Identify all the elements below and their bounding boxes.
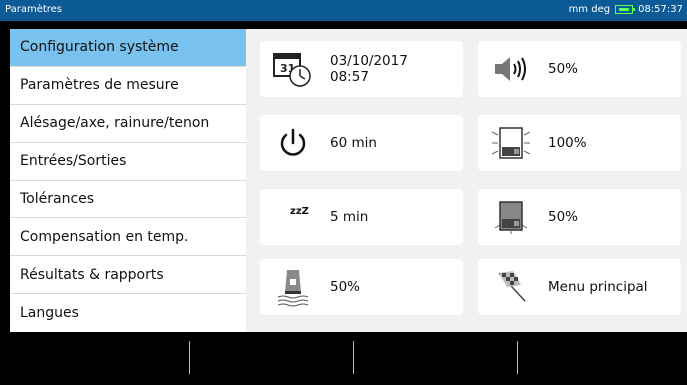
softkey-divider <box>517 341 518 374</box>
sidebar-item-label: Résultats & rapports <box>20 266 164 283</box>
sidebar-item-label: Alésage/axe, rainure/tenon <box>20 115 210 132</box>
laser-intensity-value: 50% <box>330 279 361 295</box>
sidebar-item-parametres-de-mesure[interactable]: Paramètres de mesure <box>10 67 246 105</box>
sidebar-item-label: Langues <box>20 305 79 322</box>
sidebar-item-configuration-systeme[interactable]: Configuration système <box>10 29 246 67</box>
volume-value: 50% <box>548 61 579 77</box>
sidebar-item-compensation[interactable]: Compensation en temp. <box>10 218 246 257</box>
title-bar: Paramètres mm deg 08:57:37 <box>0 0 687 21</box>
display-brightness-low-icon <box>490 197 532 237</box>
sidebar-item-label: Tolérances <box>20 191 95 207</box>
clock: 08:57:37 <box>638 4 683 15</box>
main-menu-tile[interactable]: Menu principal <box>478 259 681 315</box>
sidebar-item-langues[interactable]: Langues <box>10 294 246 332</box>
sidebar-item-label: Configuration système <box>20 39 179 56</box>
checkered-flag-icon <box>490 267 532 307</box>
main-menu-label: Menu principal <box>548 279 648 295</box>
date-value: 03/10/2017 <box>330 53 408 69</box>
softkey-divider <box>189 341 190 374</box>
window-title: Paramètres <box>5 4 63 15</box>
brightness-low-tile[interactable]: 50% <box>478 189 681 245</box>
brightness-high-value: 100% <box>548 135 587 151</box>
sidebar-item-resultats-rapports[interactable]: Résultats & rapports <box>10 256 246 295</box>
power-timer-value: 60 min <box>330 135 377 151</box>
laser-intensity-tile[interactable]: 50% <box>260 259 463 315</box>
battery-charging-icon <box>615 5 636 14</box>
sleep-zz-text: zzZ <box>290 206 309 217</box>
moon-sleep-icon: zzZ <box>272 197 314 237</box>
sidebar-item-alesage[interactable]: Alésage/axe, rainure/tenon <box>10 105 246 143</box>
softkey-bar <box>0 332 687 385</box>
laser-intensity-icon <box>272 267 314 307</box>
brightness-low-value: 50% <box>548 209 579 225</box>
units-label: mm deg <box>568 4 611 15</box>
sidebar-item-label: Entrées/Sorties <box>20 153 127 170</box>
display-brightness-high-icon <box>490 123 532 163</box>
status-area: mm deg 08:57:37 <box>569 4 683 15</box>
settings-sidebar: Configuration système Paramètres de mesu… <box>10 29 246 332</box>
date-time-text: 03/10/2017 08:57 <box>330 53 408 85</box>
sidebar-item-entrees-sorties[interactable]: Entrées/Sorties <box>10 143 246 181</box>
app-screen: Paramètres mm deg 08:57:37 Configuration… <box>0 0 687 385</box>
volume-tile[interactable]: 50% <box>478 41 681 97</box>
sidebar-item-tolerances[interactable]: Tolérances <box>10 181 246 219</box>
settings-panel: 31 03/10/2017 08:57 50% 60 min 100% zzZ … <box>246 29 687 332</box>
softkey-divider <box>353 341 354 374</box>
power-icon <box>272 123 314 163</box>
dim-timer-tile[interactable]: zzZ 5 min <box>260 189 463 245</box>
dim-timer-value: 5 min <box>330 209 369 225</box>
date-time-tile[interactable]: 31 03/10/2017 08:57 <box>260 41 463 97</box>
power-timer-tile[interactable]: 60 min <box>260 115 463 171</box>
time-value: 08:57 <box>330 69 369 85</box>
speaker-icon <box>490 49 532 89</box>
brightness-high-tile[interactable]: 100% <box>478 115 681 171</box>
sidebar-item-label: Paramètres de mesure <box>20 77 179 94</box>
calendar-clock-icon: 31 <box>272 49 314 89</box>
sidebar-item-label: Compensation en temp. <box>20 228 189 245</box>
